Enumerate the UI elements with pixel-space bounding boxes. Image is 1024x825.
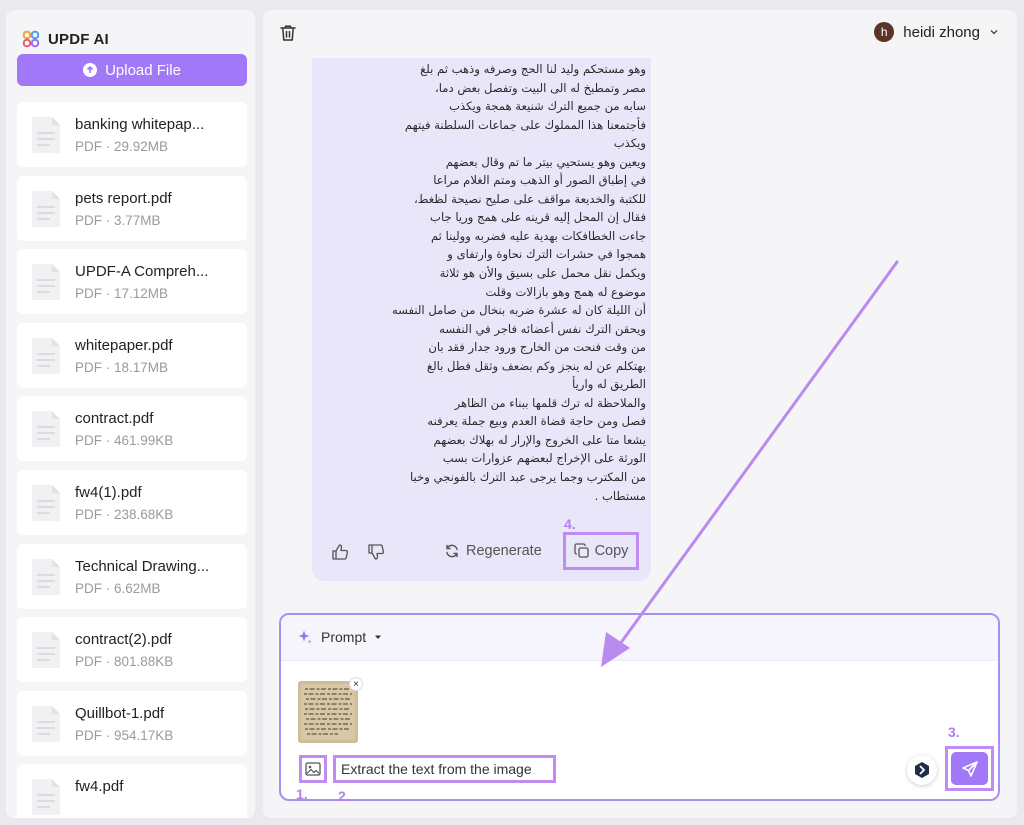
copy-label: Copy [594, 543, 629, 559]
file-meta: PDF · 954.17KB [75, 727, 174, 743]
prompt-mode-label: Prompt [321, 629, 367, 645]
document-icon [32, 484, 60, 521]
thumbs-up-icon[interactable] [330, 542, 350, 562]
file-item[interactable]: banking whitepap... PDF · 29.92MB [17, 102, 247, 167]
regenerate-button[interactable]: Regenerate [444, 543, 542, 559]
file-name: contract.pdf [75, 410, 154, 428]
document-icon [32, 705, 60, 742]
document-icon [32, 190, 60, 227]
file-meta: PDF · 18.17MB [75, 359, 169, 375]
copy-icon [573, 543, 589, 558]
file-name: Technical Drawing... [75, 557, 210, 575]
file-name: banking whitepap... [75, 116, 205, 133]
file-item[interactable]: fw4.pdf [17, 764, 247, 818]
send-icon [961, 760, 978, 777]
chat-panel: h heidi zhong وهو مستحكم وليد لنا الحج و… [263, 10, 1017, 818]
attached-image-thumbnail [298, 681, 358, 743]
ai-response-bubble: وهو مستحكم وليد لنا الحج وصرفه وذهب ثم ب… [312, 58, 651, 581]
copy-button[interactable]: Copy [563, 532, 639, 570]
assistant-logo-icon [915, 762, 929, 778]
file-item[interactable]: contract.pdf PDF · 461.99KB [17, 396, 247, 462]
file-meta: PDF · 17.12MB [75, 286, 169, 302]
file-meta: PDF · 461.99KB [75, 433, 174, 449]
document-icon [32, 264, 60, 301]
user-menu[interactable]: h heidi zhong [874, 22, 999, 42]
document-icon [32, 337, 60, 374]
prompt-header: Prompt [281, 615, 998, 661]
sidebar: UPDF AI Upload File banking whitepap... … [6, 10, 255, 818]
thumbs-down-icon[interactable] [366, 542, 386, 562]
caret-down-icon [375, 635, 382, 639]
file-name: UPDF-A Compreh... [75, 263, 209, 281]
file-item[interactable]: contract(2).pdf PDF · 801.88KB [17, 617, 247, 683]
prompt-input[interactable] [333, 755, 556, 783]
document-icon [32, 117, 60, 153]
upload-file-label: Upload File [105, 61, 181, 79]
step-label-1: 1. [296, 786, 308, 802]
file-name: whitepaper.pdf [75, 336, 173, 354]
step-label-3: 3. [948, 724, 960, 740]
image-icon [305, 762, 321, 776]
file-name: contract(2).pdf [75, 631, 172, 649]
prompt-box: Prompt × [279, 613, 1000, 801]
sparkle-icon [298, 630, 312, 644]
file-name: fw4(1).pdf [75, 483, 142, 501]
response-actions: Regenerate Copy [330, 532, 640, 570]
file-name: Quillbot-1.pdf [75, 704, 165, 722]
file-meta: PDF · 3.77MB [75, 212, 161, 228]
user-name: heidi zhong [903, 23, 980, 41]
file-item[interactable]: pets report.pdf PDF · 3.77MB [17, 175, 247, 241]
response-text: وهو مستحكم وليد لنا الحج وصرفه وذهب ثم ب… [391, 62, 646, 503]
app-name: UPDF AI [48, 30, 109, 48]
insert-image-button[interactable] [299, 755, 327, 783]
upload-icon [83, 63, 98, 77]
file-item[interactable]: UPDF-A Compreh... PDF · 17.12MB [17, 249, 247, 315]
document-icon [32, 558, 60, 595]
file-meta: PDF · 6.62MB [75, 580, 161, 596]
file-meta: PDF · 801.88KB [75, 654, 174, 670]
ai-assistant-icon[interactable] [907, 755, 937, 785]
remove-image-button[interactable]: × [349, 677, 363, 691]
file-item[interactable]: Quillbot-1.pdf PDF · 954.17KB [17, 690, 247, 756]
file-item[interactable]: Technical Drawing... PDF · 6.62MB [17, 543, 247, 609]
step-label-4: 4. [564, 516, 576, 532]
step-label-2: 2. [338, 788, 350, 804]
document-icon [32, 632, 60, 669]
send-button[interactable] [951, 752, 988, 785]
file-item[interactable]: whitepaper.pdf PDF · 18.17MB [17, 322, 247, 388]
document-icon [32, 411, 60, 448]
chevron-down-icon [990, 30, 998, 35]
updf-logo-icon [22, 30, 40, 48]
document-icon [32, 779, 60, 816]
file-item[interactable]: fw4(1).pdf PDF · 238.68KB [17, 469, 247, 535]
trash-icon[interactable] [279, 24, 297, 42]
file-meta: PDF · 29.92MB [75, 139, 169, 154]
file-name: pets report.pdf [75, 189, 172, 207]
manuscript-image [298, 681, 358, 743]
refresh-icon [446, 544, 458, 558]
file-list: banking whitepap... PDF · 29.92MB pets r… [17, 102, 247, 818]
regenerate-label: Regenerate [466, 543, 542, 559]
upload-file-button[interactable]: Upload File [17, 54, 247, 86]
brand: UPDF AI [22, 30, 109, 48]
avatar: h [874, 22, 895, 42]
file-meta: PDF · 238.68KB [75, 506, 174, 522]
prompt-mode-dropdown[interactable]: Prompt [297, 629, 382, 645]
file-name: fw4.pdf [75, 778, 124, 796]
